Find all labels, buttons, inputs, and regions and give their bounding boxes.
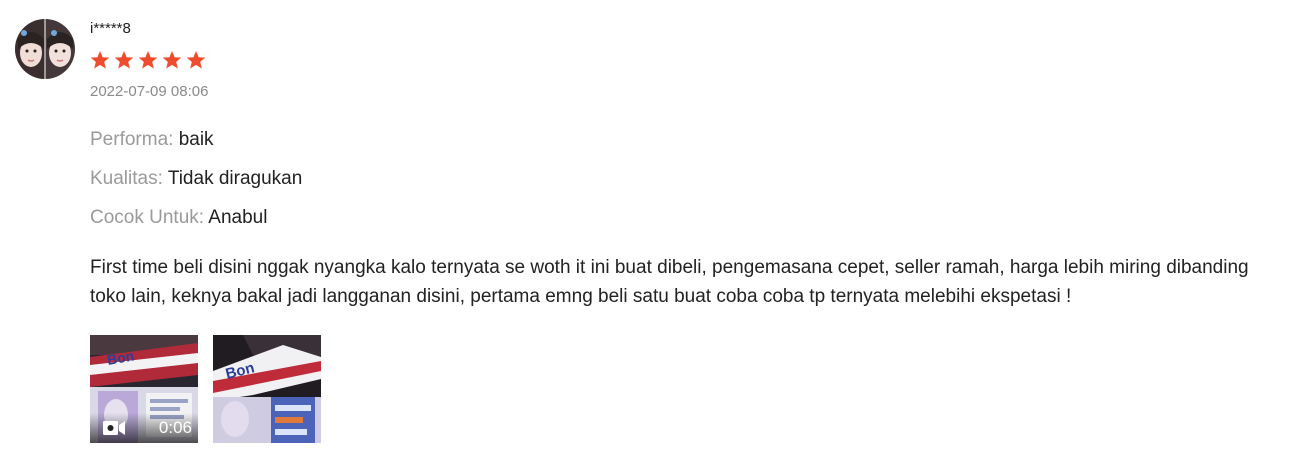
star-icon [90, 51, 110, 69]
review-photo-thumbnail[interactable]: Bon [213, 335, 321, 443]
attribute-performa: Performa: baik [90, 128, 214, 152]
star-icon [138, 51, 158, 69]
attribute-value: Tidak diragukan [167, 168, 303, 189]
review-timestamp: 2022-07-09 08:06 [90, 83, 209, 100]
video-camera-icon [103, 421, 125, 435]
attribute-label: Cocok Untuk: [90, 207, 205, 228]
photo-thumbnail-image: Bon [213, 335, 321, 443]
star-rating [90, 50, 206, 70]
attribute-kualitas: Kualitas: Tidak diragukan [90, 167, 302, 191]
review-comment: First time beli disini nggak nyangka kal… [90, 257, 1249, 307]
star-icon [162, 51, 182, 69]
attribute-label: Kualitas: [90, 168, 163, 189]
star-icon [114, 51, 134, 69]
review-video-thumbnail[interactable]: Bon 0:06 [90, 335, 198, 443]
avatar[interactable] [15, 19, 75, 79]
product-review: i*****8 2022-07-09 08:06 Performa: baik … [0, 0, 1291, 454]
avatar-photo [15, 19, 75, 79]
attribute-value: baik [178, 129, 214, 150]
star-icon [186, 51, 206, 69]
video-duration: 0:06 [158, 418, 192, 437]
attribute-label: Performa: [90, 129, 174, 150]
attribute-value: Anabul [208, 207, 268, 228]
attribute-cocok-untuk: Cocok Untuk: Anabul [90, 206, 267, 230]
reviewer-username: i*****8 [90, 20, 131, 37]
